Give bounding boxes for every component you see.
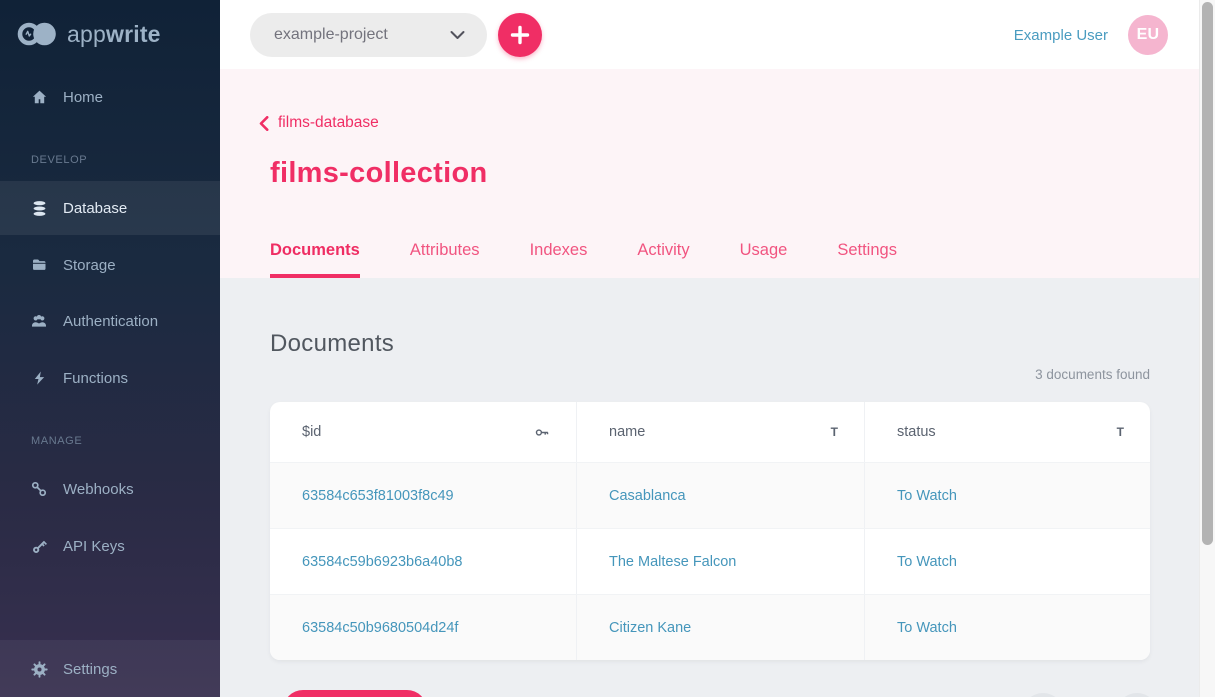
table-header-row: $id name T status T: [270, 402, 1150, 462]
logo-wordmark: appwrite: [67, 21, 161, 48]
documents-count: 3 documents found: [1035, 367, 1150, 382]
folder-icon: [30, 257, 48, 273]
column-label: status: [897, 424, 936, 440]
sidebar-item-settings[interactable]: Settings: [0, 642, 220, 696]
plus-icon: [510, 25, 530, 45]
database-icon: [30, 200, 48, 217]
page-header: films-database films-collection Document…: [220, 69, 1199, 278]
key-icon: [30, 538, 48, 555]
chevron-down-icon: [450, 30, 465, 40]
cell-name: Citizen Kane: [576, 595, 864, 660]
breadcrumb[interactable]: films-database: [259, 114, 379, 132]
column-label: name: [609, 424, 645, 440]
topbar: example-project Example User EU: [220, 0, 1199, 69]
sidebar-section-develop: DEVELOP: [31, 154, 87, 166]
scrollbar-track: [1199, 0, 1215, 697]
sidebar-item-label: Webhooks: [63, 481, 134, 498]
sidebar-item-label: Database: [63, 200, 127, 217]
page-title: films-collection: [270, 157, 488, 190]
key-icon: [535, 425, 550, 440]
home-icon: [30, 89, 48, 105]
project-selector-value: example-project: [274, 26, 388, 44]
sidebar-item-label: Storage: [63, 257, 116, 274]
content-area: Documents 3 documents found $id name T: [220, 278, 1199, 697]
lightning-icon: [30, 370, 48, 386]
cell-name: Casablanca: [576, 463, 864, 528]
appwrite-logo[interactable]: appwrite: [17, 19, 161, 49]
add-document-button[interactable]: [283, 690, 427, 697]
avatar: EU: [1128, 15, 1168, 55]
sidebar-item-functions[interactable]: Functions: [0, 351, 220, 405]
gear-icon: [30, 661, 48, 678]
text-type-icon: T: [831, 425, 838, 439]
cell-status: To Watch: [864, 595, 1150, 660]
sidebar-section-manage: MANAGE: [31, 435, 82, 447]
sidebar-item-label: Home: [63, 89, 103, 106]
cell-status: To Watch: [864, 529, 1150, 594]
column-label: $id: [302, 424, 321, 440]
sidebar-item-label: Functions: [63, 370, 128, 387]
scrollbar-thumb[interactable]: [1202, 2, 1213, 545]
cell-document-id: 63584c50b9680504d24f: [270, 595, 576, 660]
user-menu[interactable]: Example User EU: [1014, 15, 1168, 55]
project-selector[interactable]: example-project: [250, 13, 487, 57]
sidebar-item-database[interactable]: Database: [0, 181, 220, 235]
add-project-button[interactable]: [498, 13, 542, 57]
documents-table: $id name T status T 63584c653: [270, 402, 1150, 660]
sidebar-item-label: Authentication: [63, 313, 158, 330]
sidebar-item-authentication[interactable]: Authentication: [0, 294, 220, 348]
tab-usage[interactable]: Usage: [740, 229, 788, 278]
column-header-id: $id: [270, 402, 576, 462]
tab-activity[interactable]: Activity: [637, 229, 689, 278]
table-row[interactable]: 63584c59b6923b6a40b8 The Maltese Falcon …: [270, 528, 1150, 594]
column-header-name: name T: [576, 402, 864, 462]
sidebar-item-api-keys[interactable]: API Keys: [0, 519, 220, 573]
cell-status: To Watch: [864, 463, 1150, 528]
sidebar-item-home[interactable]: Home: [0, 70, 220, 124]
tab-settings[interactable]: Settings: [837, 229, 897, 278]
sidebar-item-webhooks[interactable]: Webhooks: [0, 462, 220, 516]
column-header-status: status T: [864, 402, 1150, 462]
pagination-next-button[interactable]: [1116, 693, 1158, 697]
tab-indexes[interactable]: Indexes: [530, 229, 588, 278]
sidebar-item-storage[interactable]: Storage: [0, 238, 220, 292]
table-row[interactable]: 63584c50b9680504d24f Citizen Kane To Wat…: [270, 594, 1150, 660]
user-name: Example User: [1014, 27, 1108, 44]
cell-document-id: 63584c59b6923b6a40b8: [270, 529, 576, 594]
appwrite-console: appwrite Home DEVELOP Database St: [0, 0, 1215, 697]
tab-documents[interactable]: Documents: [270, 229, 360, 278]
chevron-left-icon: [259, 116, 269, 131]
cell-document-id: 63584c653f81003f8c49: [270, 463, 576, 528]
appwrite-logo-icon: [17, 19, 58, 49]
sidebar-item-label: API Keys: [63, 538, 125, 555]
tab-attributes[interactable]: Attributes: [410, 229, 480, 278]
pagination-prev-button[interactable]: [1022, 693, 1064, 697]
text-type-icon: T: [1117, 425, 1124, 439]
sidebar-item-label: Settings: [63, 661, 117, 678]
users-icon: [30, 313, 48, 329]
sidebar: appwrite Home DEVELOP Database St: [0, 0, 220, 697]
link-icon: [30, 481, 48, 497]
tab-bar: Documents Attributes Indexes Activity Us…: [270, 229, 897, 278]
breadcrumb-label: films-database: [278, 114, 379, 132]
section-heading: Documents: [270, 330, 394, 358]
table-row[interactable]: 63584c653f81003f8c49 Casablanca To Watch: [270, 462, 1150, 528]
cell-name: The Maltese Falcon: [576, 529, 864, 594]
